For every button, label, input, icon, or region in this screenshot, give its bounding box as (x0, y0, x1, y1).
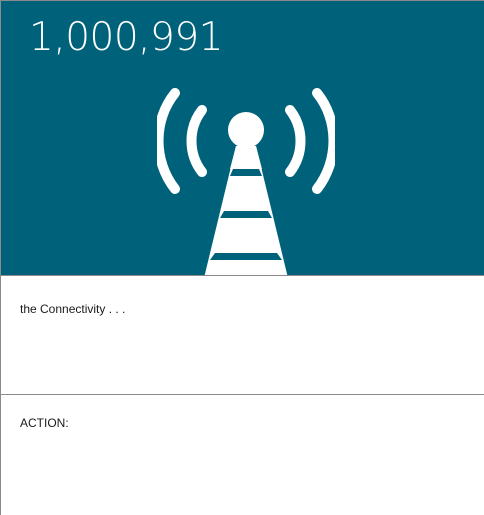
connectivity-text: the Connectivity . . . (20, 302, 126, 316)
connectivity-count: 1,000,991 (29, 15, 224, 60)
action-label: ACTION: (20, 416, 69, 430)
connectivity-card: 1,000,991 the Connectivity . . . ACTION: (0, 0, 484, 515)
action-section: ACTION: (1, 396, 484, 515)
signal-tower-icon (153, 85, 339, 275)
hero-panel: 1,000,991 (1, 1, 484, 276)
connectivity-section: the Connectivity . . . (1, 276, 484, 395)
